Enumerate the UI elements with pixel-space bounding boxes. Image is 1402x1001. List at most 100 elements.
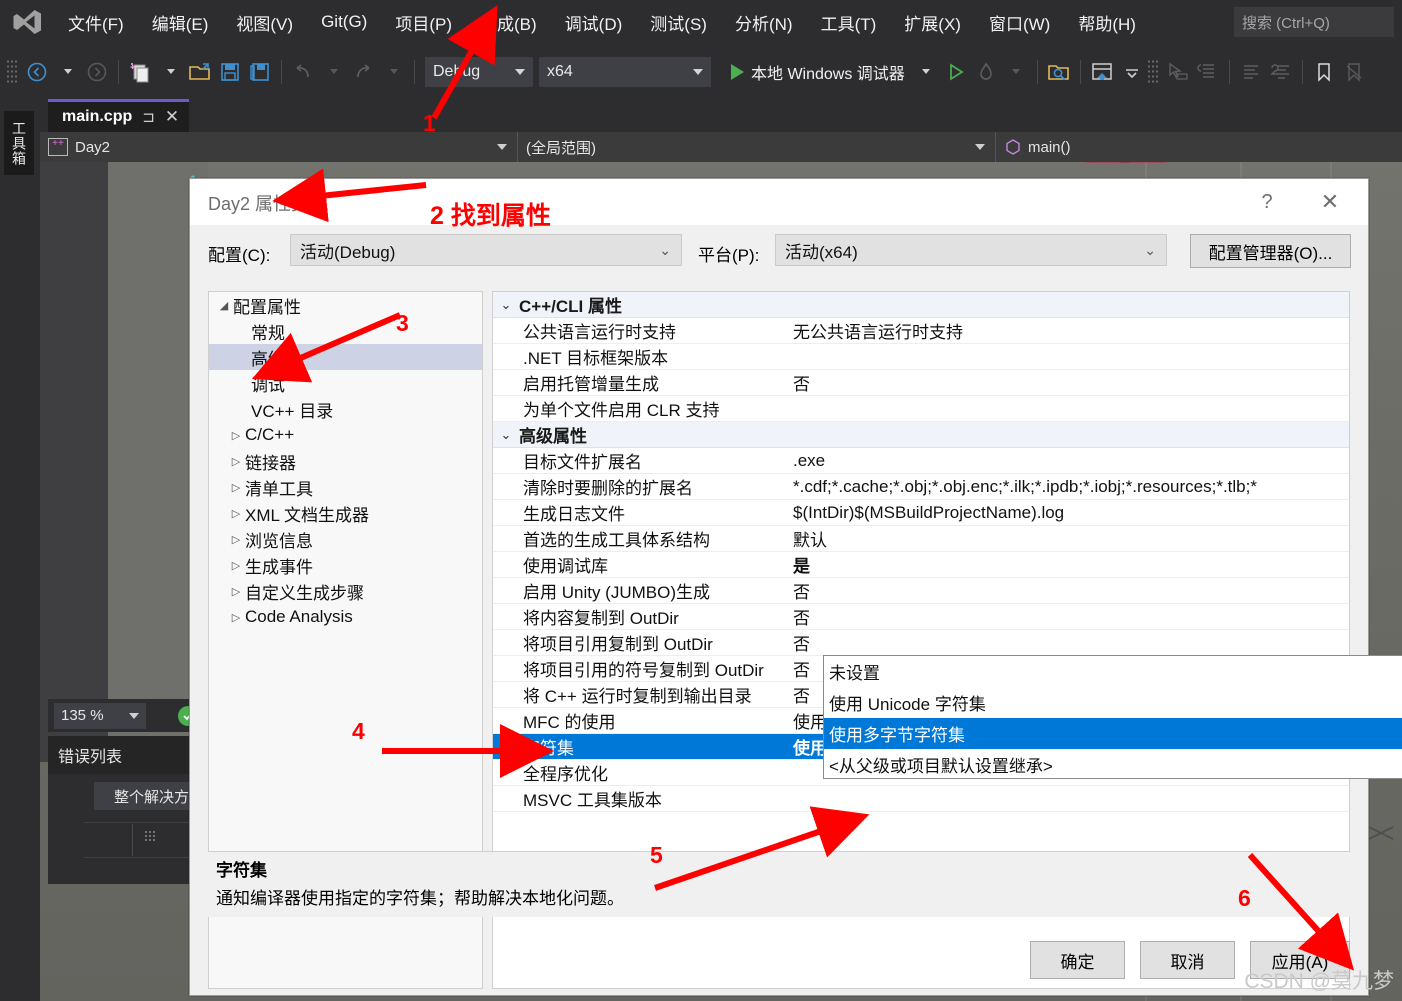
previous-bookmark-icon[interactable] [1339,55,1369,89]
property-row-preferred-build-tool-architecture[interactable]: 首选的生成工具体系结构 默认 [493,526,1349,552]
expander-icon[interactable]: ▷ [227,585,245,598]
dropdown-option-inherit[interactable]: <从父级或项目默认设置继承> [824,749,1402,780]
property-row-build-log-file[interactable]: 生成日志文件 $(IntDir)$(MSBuildProjectName).lo… [493,500,1349,526]
comment-selection-icon[interactable] [1236,55,1266,89]
cancel-button[interactable]: 取消 [1140,941,1235,979]
expander-icon[interactable]: ▷ [227,533,245,546]
navbar-member-combo[interactable]: main() [996,132,1396,162]
dialog-close-icon[interactable]: ✕ [1310,187,1350,217]
new-project-dropdown-icon[interactable] [155,55,185,89]
expander-icon[interactable]: ▷ [227,559,245,572]
property-row-copy-content-to-outdir[interactable]: 将内容复制到 OutDir 否 [493,604,1349,630]
tree-node-debugging[interactable]: 调试 [209,370,482,396]
toolbar-grip-2-icon[interactable] [1146,58,1159,85]
tab-main-cpp[interactable]: main.cpp ⊐ ✕ [48,99,190,132]
menu-window[interactable]: 窗口(W) [975,0,1064,44]
property-row-enable-unity-build[interactable]: 启用 Unity (JUMBO)生成 否 [493,578,1349,604]
dropdown-option-multibyte[interactable]: 使用多字节字符集 [824,718,1402,749]
redo-dropdown-icon[interactable] [378,55,408,89]
tree-node-manifest-tool[interactable]: ▷ 清单工具 [209,474,482,500]
character-set-dropdown-list[interactable]: 未设置 使用 Unicode 字符集 使用多字节字符集 <从父级或项目默认设置继… [823,655,1402,779]
platform-combo[interactable]: x64 [539,56,711,87]
tree-node-custom-build-step[interactable]: ▷ 自定义生成步骤 [209,578,482,604]
save-icon[interactable] [215,55,245,89]
menu-git[interactable]: Git(G) [307,0,381,44]
ok-button[interactable]: 确定 [1030,941,1125,979]
toolbar-grip-icon[interactable] [6,58,18,85]
expander-icon[interactable]: ▷ [227,455,245,468]
menu-edit[interactable]: 编辑(E) [138,0,223,44]
close-icon[interactable]: ✕ [165,107,179,127]
expander-icon[interactable]: ▷ [227,611,245,624]
menu-help[interactable]: 帮助(H) [1064,0,1150,44]
tree-node-general[interactable]: 常规 [209,318,482,344]
navbar-scope-combo[interactable]: (全局范围) [518,132,996,162]
save-all-icon[interactable] [245,55,275,89]
menu-debug[interactable]: 调试(D) [551,0,637,44]
tree-node-advanced[interactable]: 高级 [209,344,482,370]
property-row-clr-support[interactable]: 公共语言运行时支持 无公共语言运行时支持 [493,318,1349,344]
search-input[interactable]: 搜索 (Ctrl+Q) [1234,7,1394,37]
dialog-platform-combo[interactable]: 活动(x64) ⌄ [775,234,1167,266]
group-header-advanced-properties[interactable]: ⌄ 高级属性 [493,422,1349,448]
help-icon[interactable]: ? [1250,187,1284,217]
tree-node-c-cpp[interactable]: ▷ C/C++ [209,422,482,448]
undo-icon[interactable] [288,55,318,89]
start-without-debugging-icon[interactable] [941,55,971,89]
property-row-use-debug-libraries[interactable]: 使用调试库 是 [493,552,1349,578]
tree-node-code-analysis[interactable]: ▷ Code Analysis [209,604,482,630]
menu-extensions[interactable]: 扩展(X) [890,0,975,44]
start-debugging-button[interactable]: 本地 Windows 调试器 [725,60,911,84]
zoom-level-combo[interactable]: 135 % [54,702,146,729]
property-row-clr-per-file[interactable]: 为单个文件启用 CLR 支持 [493,396,1349,422]
group-header-cli-properties[interactable]: ⌄ C++/CLI 属性 [493,292,1349,318]
hot-reload-dropdown-icon[interactable] [1001,55,1031,89]
select-tool-icon[interactable] [1163,55,1193,89]
expander-icon[interactable]: ▷ [227,507,245,520]
tree-node-xml-doc-generator[interactable]: ▷ XML 文档生成器 [209,500,482,526]
menu-project[interactable]: 项目(P) [381,0,466,44]
dropdown-option-not-set[interactable]: 未设置 [824,656,1402,687]
configuration-combo[interactable]: Debug [425,56,533,87]
tree-node-browse-information[interactable]: ▷ 浏览信息 [209,526,482,552]
column-options-icon[interactable] [144,830,156,842]
redo-icon[interactable] [348,55,378,89]
menu-test[interactable]: 测试(S) [636,0,721,44]
dropdown-option-unicode[interactable]: 使用 Unicode 字符集 [824,687,1402,718]
expander-icon[interactable]: ▷ [227,481,245,494]
navbar-project-combo[interactable]: ++ Day2 [40,132,518,162]
undo-dropdown-icon[interactable] [318,55,348,89]
tree-node-build-events[interactable]: ▷ 生成事件 [209,552,482,578]
navigate-backward-icon[interactable] [22,55,52,89]
menu-view[interactable]: 视图(V) [222,0,307,44]
property-row-dotnet-framework[interactable]: .NET 目标框架版本 [493,344,1349,370]
editor-breakpoint-gutter[interactable] [40,162,108,762]
new-project-icon[interactable] [125,55,155,89]
expander-icon[interactable]: ◢ [215,299,233,312]
tree-node-vcpp-directories[interactable]: VC++ 目录 [209,396,482,422]
chevron-down-icon[interactable]: ⌄ [493,297,519,313]
pin-icon[interactable]: ⊐ [142,108,155,126]
hot-reload-icon[interactable] [971,55,1001,89]
property-row-target-file-extension[interactable]: 目标文件扩展名 .exe [493,448,1349,474]
property-row-msvc-toolset-version[interactable]: MSVC 工具集版本 [493,786,1349,812]
property-row-extensions-to-delete-on-clean[interactable]: 清除时要删除的扩展名 *.cdf;*.cache;*.obj;*.obj.enc… [493,474,1349,500]
expander-icon[interactable]: ▷ [227,429,245,442]
toolbox-tab[interactable]: 工具箱 [4,111,34,175]
menu-build[interactable]: 生成(B) [466,0,551,44]
navigate-forward-icon[interactable] [82,55,112,89]
tree-node-linker[interactable]: ▷ 链接器 [209,448,482,474]
menu-file[interactable]: 文件(F) [54,0,138,44]
dialog-configuration-combo[interactable]: 活动(Debug) ⌄ [290,234,682,266]
property-row-managed-incremental-build[interactable]: 启用托管增量生成 否 [493,370,1349,396]
uncomment-selection-icon[interactable] [1266,55,1296,89]
search-solution-explorer-icon[interactable] [1044,55,1074,89]
live-share-icon[interactable] [1087,55,1117,89]
toggle-bookmark-icon[interactable] [1309,55,1339,89]
menu-analyze[interactable]: 分析(N) [721,0,807,44]
menu-tools[interactable]: 工具(T) [807,0,891,44]
open-file-icon[interactable] [185,55,215,89]
navigate-backward-dropdown-icon[interactable] [52,55,82,89]
start-debugging-dropdown-icon[interactable] [911,55,941,89]
configuration-manager-button[interactable]: 配置管理器(O)... [1190,234,1351,268]
